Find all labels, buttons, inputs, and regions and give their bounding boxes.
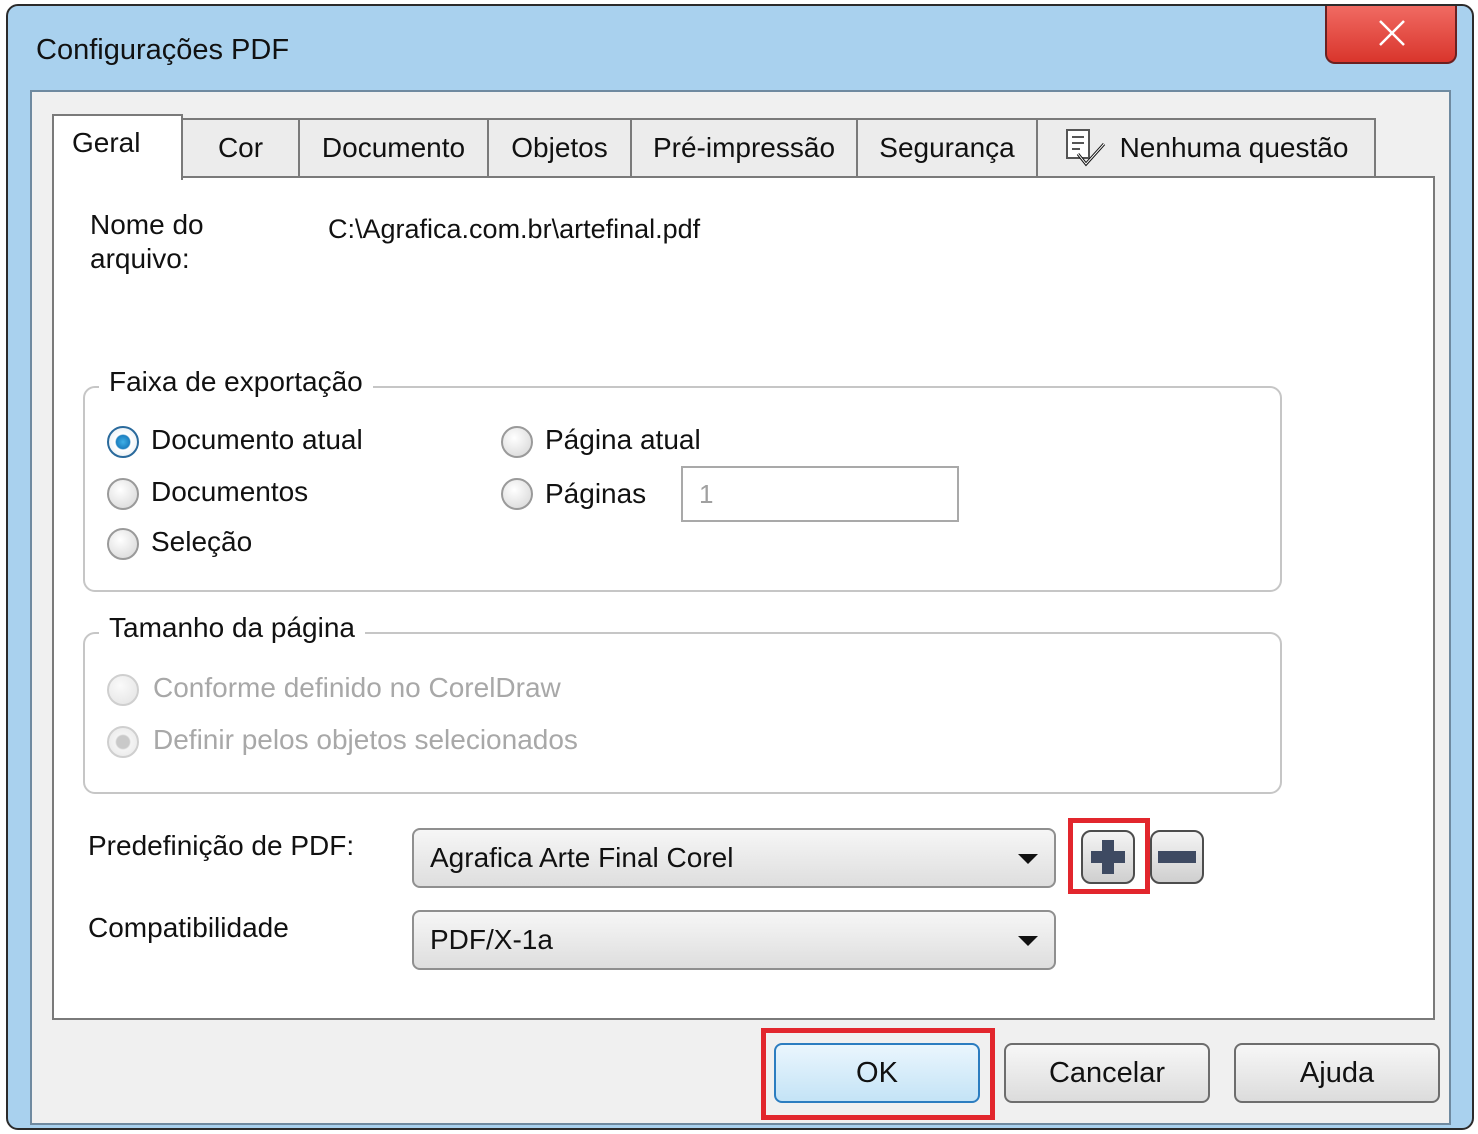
add-preset-button[interactable] bbox=[1081, 830, 1135, 884]
chevron-down-icon bbox=[1018, 854, 1038, 864]
export-range-legend: Faixa de exportação bbox=[99, 366, 373, 398]
radio-as-defined[interactable] bbox=[107, 674, 139, 706]
checklist-icon bbox=[1065, 129, 1105, 167]
radio-current-page-label: Página atual bbox=[545, 424, 701, 455]
compatibility-dropdown[interactable]: PDF/X-1a bbox=[412, 910, 1056, 970]
preset-dropdown[interactable]: Agrafica Arte Final Corel bbox=[412, 828, 1056, 888]
tab-seguranca-label: Segurança bbox=[879, 132, 1015, 163]
tab-pre-impressao[interactable]: Pré-impressão bbox=[630, 118, 858, 176]
radio-documents[interactable] bbox=[107, 478, 139, 510]
tab-geral-label: Geral bbox=[72, 127, 141, 158]
minus-icon bbox=[1158, 851, 1196, 863]
filename-value: C:\Agrafica.com.br\artefinal.pdf bbox=[328, 214, 701, 244]
page-size-group: Tamanho da página Conforme definido no C… bbox=[83, 612, 1282, 794]
tab-nenhuma-questao[interactable]: Nenhuma questão bbox=[1036, 118, 1376, 176]
tab-objetos[interactable]: Objetos bbox=[487, 118, 632, 176]
radio-by-selected-label: Definir pelos objetos selecionados bbox=[153, 724, 578, 755]
radio-pages-label: Páginas bbox=[545, 478, 647, 509]
radio-pages[interactable] bbox=[501, 478, 533, 510]
tab-pre-impressao-label: Pré-impressão bbox=[652, 132, 836, 163]
ok-button[interactable]: OK bbox=[774, 1043, 980, 1103]
tab-documento-label: Documento bbox=[321, 132, 466, 163]
radio-current-document-label: Documento atual bbox=[151, 424, 363, 455]
page-size-legend: Tamanho da página bbox=[99, 612, 365, 644]
radio-selection-label: Seleção bbox=[151, 526, 253, 557]
tab-seguranca[interactable]: Segurança bbox=[856, 118, 1038, 176]
tab-panel-geral: Nome do arquivo: C:\Agrafica.com.br\arte… bbox=[52, 176, 1435, 1020]
pages-input[interactable]: 1 bbox=[681, 466, 959, 522]
preset-label: Predefinição de PDF: bbox=[88, 830, 355, 861]
window-title: Configurações PDF bbox=[36, 34, 290, 66]
pdf-settings-dialog: Configurações PDF Geral Cor Documento Ob… bbox=[6, 4, 1474, 1130]
tab-nenhuma-questao-label: Nenhuma questão bbox=[1119, 132, 1349, 163]
export-range-group: Faixa de exportação Documento atual Docu… bbox=[83, 366, 1282, 592]
tab-documento[interactable]: Documento bbox=[298, 118, 489, 176]
compatibility-label: Compatibilidade bbox=[88, 912, 289, 943]
radio-documents-label: Documentos bbox=[151, 476, 309, 507]
compatibility-dropdown-value: PDF/X-1a bbox=[430, 924, 553, 955]
radio-current-page[interactable] bbox=[501, 426, 533, 458]
chevron-down-icon bbox=[1018, 936, 1038, 946]
radio-by-selected[interactable] bbox=[107, 726, 139, 758]
radio-selection[interactable] bbox=[107, 528, 139, 560]
remove-preset-button[interactable] bbox=[1150, 830, 1204, 884]
plus-icon bbox=[1091, 840, 1125, 874]
close-icon bbox=[1379, 20, 1405, 46]
filename-label: Nome do arquivo: bbox=[90, 209, 204, 274]
help-button[interactable]: Ajuda bbox=[1234, 1043, 1440, 1103]
tab-cor-label: Cor bbox=[217, 132, 264, 163]
close-button[interactable] bbox=[1325, 6, 1457, 64]
cancel-button[interactable]: Cancelar bbox=[1004, 1043, 1210, 1103]
dialog-client-area: Geral Cor Documento Objetos Pré-impressã… bbox=[30, 90, 1451, 1125]
radio-current-document[interactable] bbox=[107, 426, 139, 458]
tab-cor[interactable]: Cor bbox=[181, 118, 300, 176]
preset-dropdown-value: Agrafica Arte Final Corel bbox=[430, 842, 734, 873]
radio-as-defined-label: Conforme definido no CorelDraw bbox=[153, 672, 561, 703]
tab-objetos-label: Objetos bbox=[511, 132, 608, 163]
tab-geral[interactable]: Geral bbox=[52, 114, 183, 180]
